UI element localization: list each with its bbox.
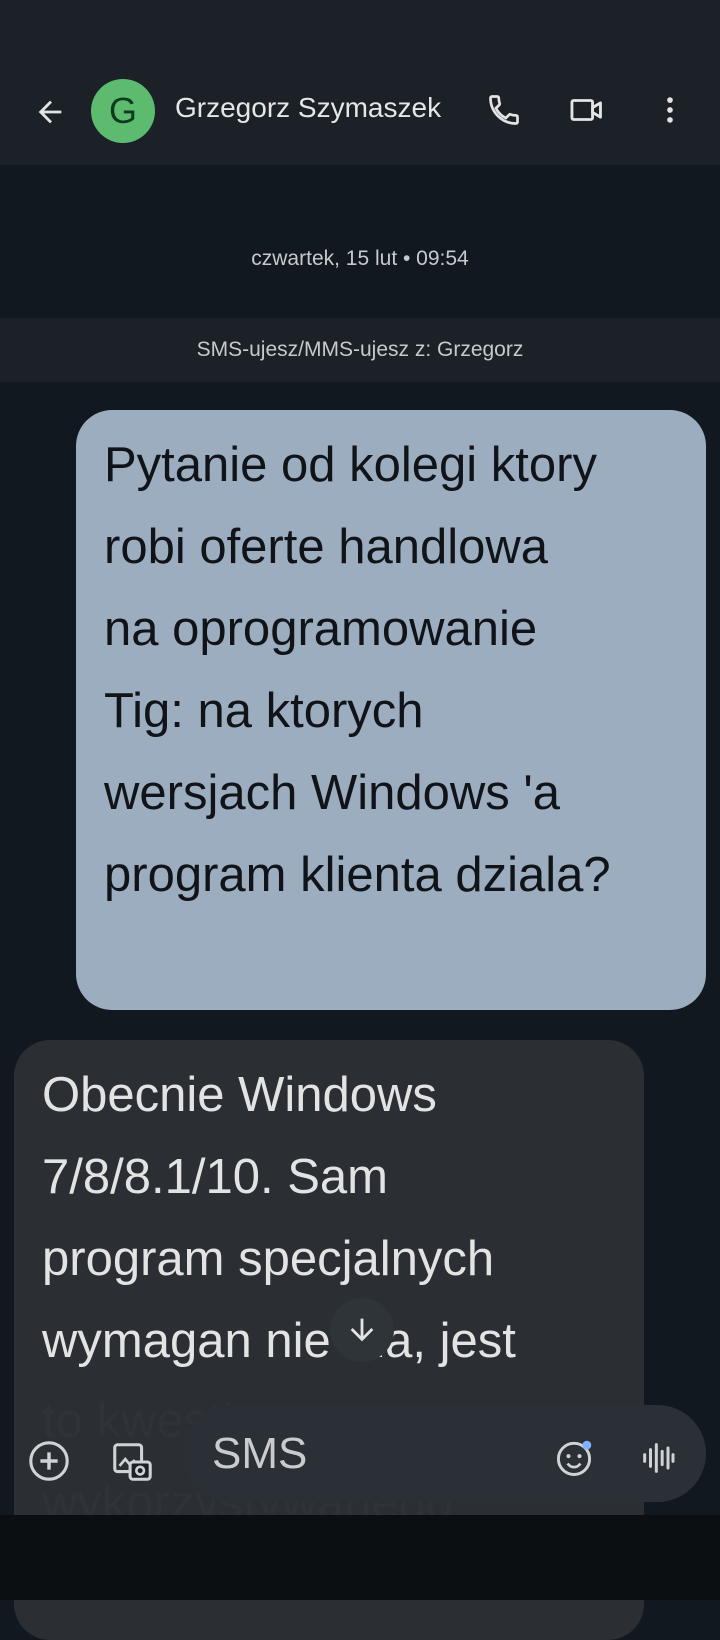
back-button[interactable] (26, 88, 74, 136)
contact-name[interactable]: Grzegorz Szymaszek (175, 92, 441, 124)
phone-icon (489, 95, 519, 125)
gallery-icon (113, 1443, 152, 1481)
add-attachment-button[interactable] (24, 1436, 74, 1486)
voice-input-button[interactable] (634, 1434, 682, 1482)
video-call-button[interactable] (563, 86, 611, 134)
more-options-button[interactable] (646, 86, 694, 134)
message-input[interactable] (210, 1425, 514, 1483)
add-circle-icon (29, 1441, 69, 1481)
sim-info-text: SMS-ujesz/MMS-ujesz z: Grzegorz (196, 338, 524, 361)
more-vert-icon (667, 97, 673, 123)
message-date-label: czwartek, 15 lut • 09:54 (251, 247, 469, 270)
scroll-to-bottom-button[interactable] (330, 1298, 394, 1362)
arrow-down-icon (350, 1318, 374, 1342)
system-navigation-bar (0, 1515, 720, 1600)
gallery-button[interactable] (106, 1436, 158, 1488)
emoji-icon (556, 1440, 592, 1476)
outgoing-message-bubble[interactable]: Pytanie od kolegi ktory robi oferte hand… (76, 410, 706, 1010)
avatar[interactable]: G (91, 79, 155, 143)
video-camera-icon (570, 99, 602, 121)
sim-info-banner: SMS-ujesz/MMS-ujesz z: Grzegorz (0, 318, 720, 382)
call-button[interactable] (480, 86, 528, 134)
arrow-back-icon (38, 100, 62, 124)
voice-waveform-icon (643, 1443, 675, 1473)
emoji-button[interactable] (550, 1434, 598, 1482)
avatar-letter: G (108, 90, 137, 131)
